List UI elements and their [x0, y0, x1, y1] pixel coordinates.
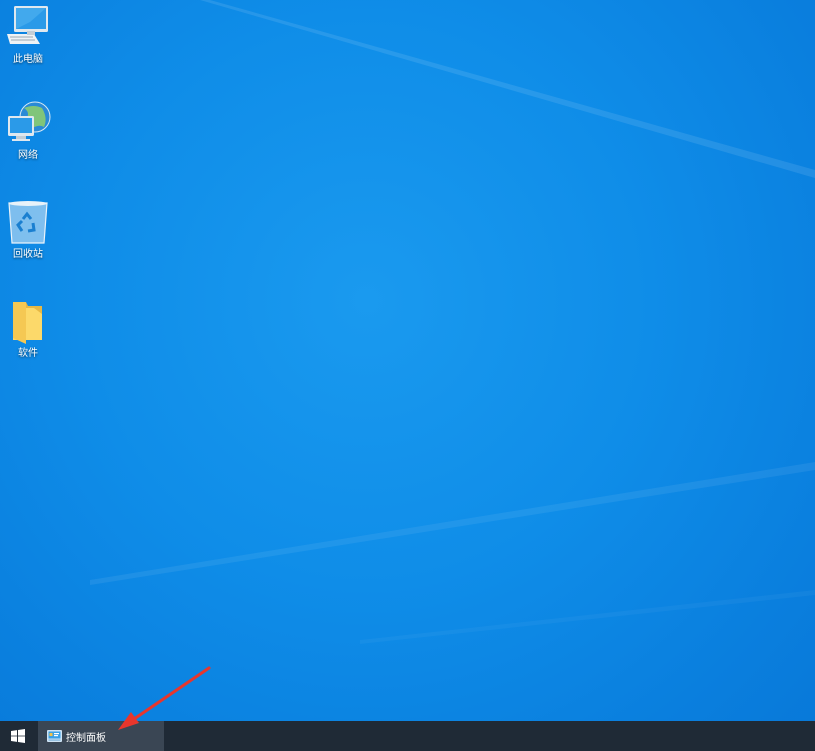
folder-icon [13, 302, 42, 344]
desktop-icon-this-pc[interactable]: 此电脑 [2, 4, 54, 86]
desktop-icon-network[interactable]: 网络 [2, 100, 54, 182]
taskbar-item-label: 控制面板 [66, 732, 106, 744]
desktop-icon-label: 软件 [18, 348, 38, 359]
desktop-icon-label: 回收站 [13, 249, 43, 260]
desktop: 此电脑 网络 回收站 软件 控制面板 [0, 0, 815, 751]
wallpaper-light-beams [90, 0, 815, 644]
windows-logo-icon [11, 729, 25, 743]
control-panel-icon [47, 730, 62, 742]
desktop-icon-software-folder[interactable]: 软件 [2, 298, 54, 380]
red-arrow-annotation [118, 666, 211, 730]
desktop-icon-recycle-bin[interactable]: 回收站 [2, 199, 54, 281]
taskbar: 控制面板 [0, 721, 815, 751]
recycle-bin-icon [8, 201, 48, 244]
this-pc-icon [7, 6, 48, 44]
network-icon [8, 101, 51, 141]
desktop-icon-label: 此电脑 [13, 54, 43, 65]
start-button[interactable] [0, 721, 36, 751]
desktop-icon-label: 网络 [18, 150, 38, 161]
taskbar-item-control-panel[interactable]: 控制面板 [38, 721, 164, 751]
